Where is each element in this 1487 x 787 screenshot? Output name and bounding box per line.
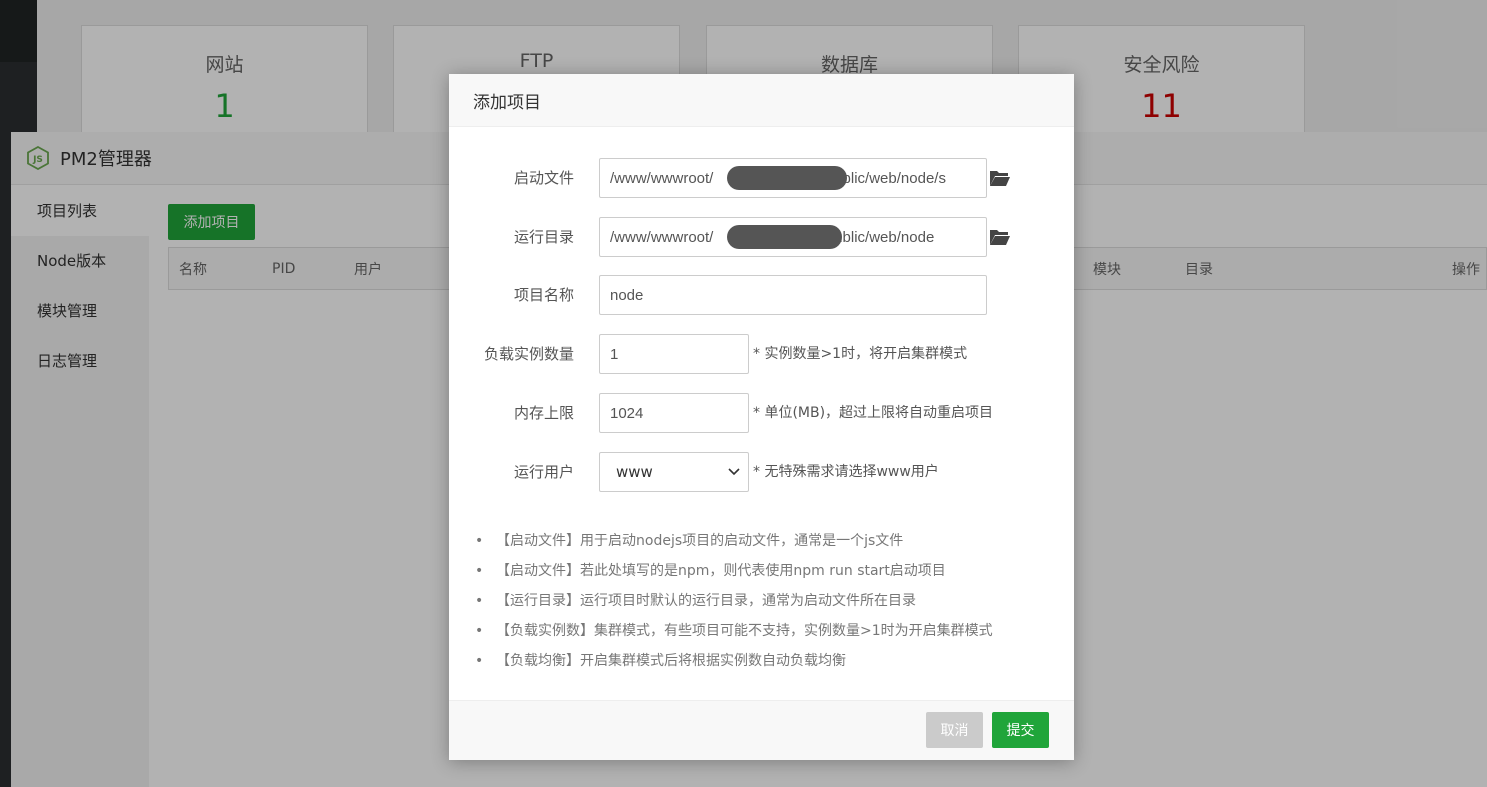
instances-input[interactable] [599,334,749,374]
project-name-row: 项目名称 [449,275,1074,315]
memory-hint: * 单位(MB)，超过上限将自动重启项目 [753,405,994,421]
run-user-row: 运行用户 www * 无特殊需求请选择www用户 [449,452,1074,492]
run-user-select[interactable]: www [599,452,749,492]
instances-label: 负载实例数量 [483,345,574,363]
cancel-button[interactable]: 取消 [926,712,983,748]
memory-label: 内存上限 [513,404,574,422]
run-dir-row: 运行目录 [449,217,1074,257]
folder-open-icon[interactable] [989,168,1011,188]
memory-limit-input[interactable] [599,393,749,433]
run-user-hint: * 无特殊需求请选择www用户 [753,464,939,480]
run-user-label: 运行用户 [513,463,574,481]
start-file-label: 启动文件 [513,169,574,187]
run-user-selected-value: www [616,463,653,481]
help-tip: 【运行目录】运行项目时默认的运行目录，通常为启动文件所在目录 [475,586,993,616]
project-name-label: 项目名称 [513,286,574,304]
add-project-dialog: 添加项目 启动文件 运行目录 项目名称 负载实例数量 * 实例数量>1时，将开启… [449,74,1074,760]
dialog-footer: 取消 提交 [449,700,1074,760]
help-tips-list: 【启动文件】用于启动nodejs项目的启动文件，通常是一个js文件 【启动文件】… [475,526,993,676]
help-tip: 【负载均衡】开启集群模式后将根据实例数自动负载均衡 [475,646,993,676]
project-name-input[interactable] [599,275,987,315]
redaction-mark [727,166,847,190]
submit-button[interactable]: 提交 [992,712,1049,748]
instances-hint: * 实例数量>1时，将开启集群模式 [753,346,968,362]
folder-open-icon[interactable] [989,227,1011,247]
start-file-row: 启动文件 [449,158,1074,198]
instances-row: 负载实例数量 * 实例数量>1时，将开启集群模式 [449,334,1074,374]
memory-row: 内存上限 * 单位(MB)，超过上限将自动重启项目 [449,393,1074,433]
dialog-title: 添加项目 [449,74,1074,127]
help-tip: 【启动文件】若此处填写的是npm，则代表使用npm run start启动项目 [475,556,993,586]
chevron-down-icon [728,468,740,476]
help-tip: 【负载实例数】集群模式，有些项目可能不支持，实例数量>1时为开启集群模式 [475,616,993,646]
help-tip: 【启动文件】用于启动nodejs项目的启动文件，通常是一个js文件 [475,526,993,556]
redaction-mark [727,225,842,249]
run-dir-label: 运行目录 [513,228,574,246]
